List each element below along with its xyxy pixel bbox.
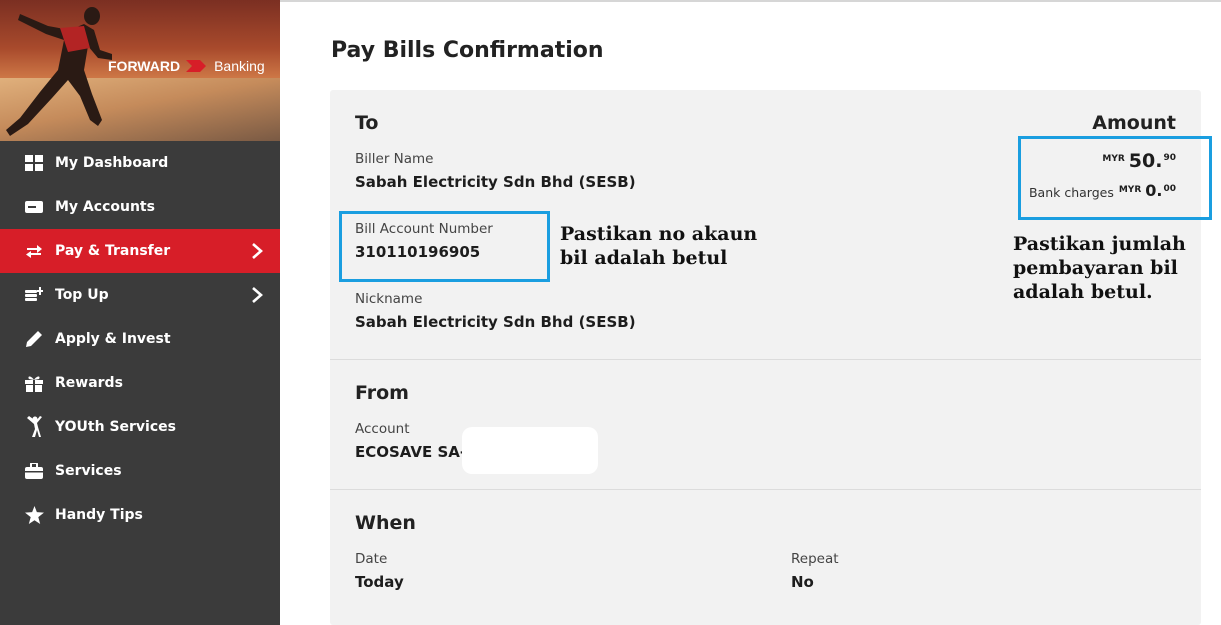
nickname-value: Sabah Electricity Sdn Bhd (SESB) [355,313,636,331]
bank-charges: Bank charges MYR 0. 00 [1029,181,1176,200]
sidebar-item-apply-invest[interactable]: Apply & Invest [0,317,280,361]
date-label: Date [355,551,388,567]
sidebar-item-label: Rewards [55,375,123,391]
bank-charges-label: Bank charges [1028,185,1114,200]
amount-note-line: Pastikan jumlah [1013,233,1186,255]
from-account-label: Account [355,421,410,437]
sidebar-item-my-dashboard[interactable]: My Dashboard [0,141,280,185]
star-icon [24,505,44,525]
sidebar-item-label: My Dashboard [55,155,169,171]
sidebar-item-label: Pay & Transfer [55,243,171,259]
bank-charges-whole: 0. [1145,181,1163,200]
sidebar-item-top-up[interactable]: Top Up [0,273,280,317]
biller-name-value: Sabah Electricity Sdn Bhd (SESB) [355,173,636,191]
sidebar-item-youth-services[interactable]: YOUth Services [0,405,280,449]
amount-heading: Amount [1092,112,1176,134]
when-heading: When [355,512,416,534]
sidebar-item-handy-tips[interactable]: Handy Tips [0,493,280,537]
from-account-value: ECOSAVE SA-i [355,443,472,461]
sidebar-nav: My Dashboard My Accounts Pay & Transfer [0,141,280,537]
sidebar-item-label: Top Up [55,287,109,303]
amount-note-line: adalah betul. [1013,281,1153,303]
amount-highlight-box [1018,136,1212,220]
wallet-icon [24,197,44,217]
redaction-patch [462,427,598,474]
brand-banner: FORWARD Banking [0,0,280,141]
account-note: Pastikan no akaun bil adalah betul [560,222,757,270]
bank-charges-currency: MYR [1118,185,1142,195]
account-note-line: Pastikan no akaun [560,223,758,245]
amount-currency: MYR [1102,154,1125,164]
top-border [280,0,1221,2]
app-root: FORWARD Banking My Dashboard My Accounts [0,0,1221,625]
amount-value: MYR 50. 90 [1102,150,1176,172]
from-heading: From [355,382,409,404]
sidebar-item-my-accounts[interactable]: My Accounts [0,185,280,229]
sidebar-item-label: Services [55,463,122,479]
sidebar-item-services[interactable]: Services [0,449,280,493]
page-title: Pay Bills Confirmation [331,38,604,63]
gift-icon [24,373,44,393]
person-jumping-icon [24,416,44,437]
dashboard-grid-icon [24,153,44,173]
sidebar-item-label: My Accounts [55,199,155,215]
date-value: Today [355,573,404,591]
briefcase-icon [24,461,44,481]
nickname-label: Nickname [355,291,423,307]
chevron-right-icon [252,287,263,303]
pen-icon [24,329,44,349]
biller-name-label: Biller Name [355,151,434,167]
bill-account-value: 310110196905 [355,243,481,261]
brand-banking-text: Banking [214,58,265,74]
repeat-label: Repeat [791,551,839,567]
amount-whole: 50. [1128,150,1163,172]
transfer-arrows-icon [24,241,44,261]
sidebar-item-label: Handy Tips [55,507,143,523]
repeat-value: No [791,573,814,591]
sidebar: FORWARD Banking My Dashboard My Accounts [0,0,280,625]
brand-flag-icon [186,60,207,72]
amount-note-line: pembayaran bil [1013,257,1178,279]
to-heading: To [355,112,379,134]
sidebar-item-rewards[interactable]: Rewards [0,361,280,405]
brand-logo: FORWARD Banking [108,58,265,74]
bill-account-label: Bill Account Number [355,221,493,237]
amount-cents: 90 [1163,153,1176,163]
coins-plus-icon [24,285,44,305]
sidebar-item-label: Apply & Invest [55,331,171,347]
sidebar-item-label: YOUth Services [55,419,176,435]
amount-note: Pastikan jumlah pembayaran bil adalah be… [1013,232,1186,304]
account-note-line: bil adalah betul [560,247,728,269]
chevron-right-icon [252,243,263,259]
bank-charges-cents: 00 [1163,184,1176,194]
sidebar-item-pay-transfer[interactable]: Pay & Transfer [0,229,280,273]
section-divider [330,359,1201,360]
brand-forward-text: FORWARD [108,58,181,74]
section-divider [330,489,1201,490]
